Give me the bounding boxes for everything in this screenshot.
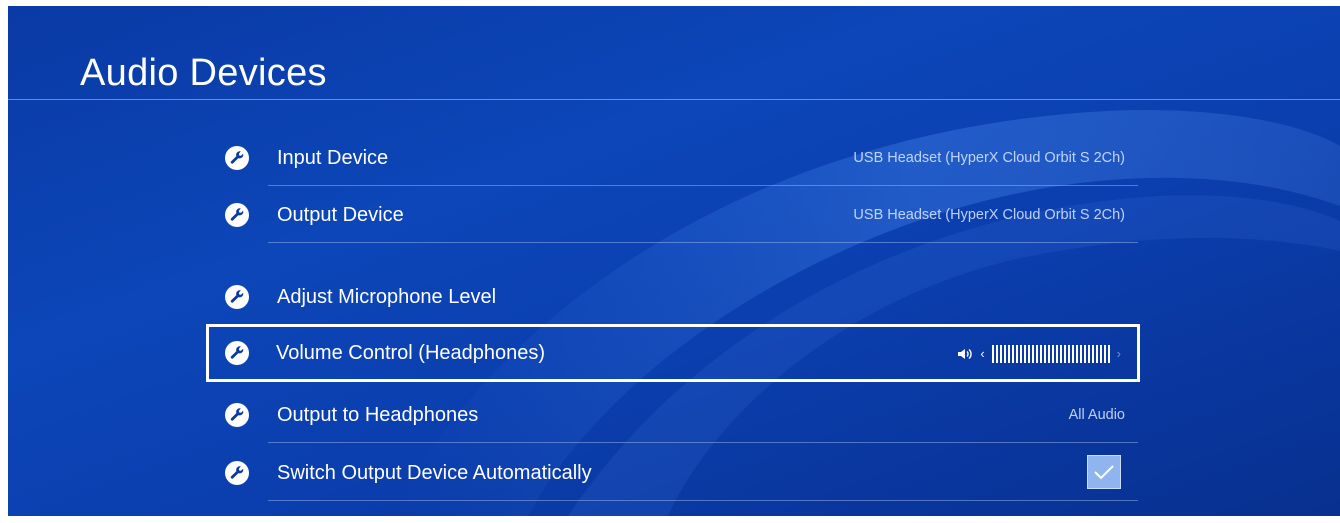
volume-tick xyxy=(1075,345,1078,363)
wrench-icon xyxy=(225,203,249,227)
volume-level-bar xyxy=(991,345,1110,363)
volume-tick xyxy=(999,345,1002,363)
chevron-right-icon[interactable]: › xyxy=(1117,344,1121,364)
volume-tick xyxy=(1003,345,1006,363)
volume-tick xyxy=(1091,345,1094,363)
chevron-left-icon[interactable]: ‹ xyxy=(980,344,984,364)
setting-adjust-microphone-level[interactable]: Adjust Microphone Level xyxy=(213,269,1133,325)
wrench-icon xyxy=(225,403,249,427)
row-divider xyxy=(268,242,1138,243)
volume-tick xyxy=(1007,345,1010,363)
volume-tick xyxy=(1079,345,1082,363)
volume-tick xyxy=(1063,345,1066,363)
row-divider xyxy=(268,500,1138,501)
wrench-icon xyxy=(225,146,249,170)
volume-tick xyxy=(1051,345,1054,363)
setting-label: Output to Headphones xyxy=(277,404,479,426)
volume-slider[interactable]: ‹ › xyxy=(957,344,1121,364)
settings-screen: Audio Devices Input Device USB Headset (… xyxy=(8,6,1340,516)
volume-tick xyxy=(1011,345,1014,363)
setting-value: USB Headset (HyperX Cloud Orbit S 2Ch) xyxy=(853,207,1125,223)
setting-output-to-headphones[interactable]: Output to Headphones All Audio xyxy=(213,387,1138,443)
setting-label: Switch Output Device Automatically xyxy=(277,462,592,484)
setting-label: Volume Control (Headphones) xyxy=(276,342,546,364)
volume-tick xyxy=(1095,345,1098,363)
volume-tick xyxy=(1031,345,1034,363)
row-divider xyxy=(268,185,1138,186)
wrench-icon xyxy=(225,461,249,485)
row-divider xyxy=(268,442,1138,443)
title-divider xyxy=(8,99,1340,100)
checkmark-icon xyxy=(1094,465,1114,480)
setting-output-device[interactable]: Output Device USB Headset (HyperX Cloud … xyxy=(213,187,1138,243)
volume-tick xyxy=(1019,345,1022,363)
volume-tick xyxy=(1023,345,1026,363)
volume-tick xyxy=(1059,345,1062,363)
volume-tick xyxy=(991,345,994,363)
setting-label: Output Device xyxy=(277,204,404,226)
setting-label: Input Device xyxy=(277,147,389,169)
setting-switch-output-automatically[interactable]: Switch Output Device Automatically xyxy=(213,445,1138,501)
auto-switch-checkbox[interactable] xyxy=(1087,455,1121,489)
volume-tick xyxy=(1107,345,1110,363)
volume-tick xyxy=(1099,345,1102,363)
volume-tick xyxy=(1083,345,1086,363)
volume-tick xyxy=(1039,345,1042,363)
volume-tick xyxy=(995,345,998,363)
wrench-icon xyxy=(225,285,249,309)
setting-input-device[interactable]: Input Device USB Headset (HyperX Cloud O… xyxy=(213,130,1138,186)
setting-value: USB Headset (HyperX Cloud Orbit S 2Ch) xyxy=(853,150,1125,166)
volume-tick xyxy=(1027,345,1030,363)
wrench-icon xyxy=(225,341,249,365)
speaker-icon xyxy=(958,348,972,360)
setting-label: Adjust Microphone Level xyxy=(277,286,497,308)
volume-tick xyxy=(1055,345,1058,363)
volume-tick xyxy=(1015,345,1018,363)
volume-tick xyxy=(1043,345,1046,363)
volume-tick xyxy=(1047,345,1050,363)
volume-tick xyxy=(1087,345,1090,363)
volume-tick xyxy=(1035,345,1038,363)
page-title: Audio Devices xyxy=(80,52,327,94)
setting-volume-control[interactable]: Volume Control (Headphones) ‹ › xyxy=(206,324,1140,382)
volume-tick xyxy=(1067,345,1070,363)
volume-tick xyxy=(1071,345,1074,363)
setting-value: All Audio xyxy=(1068,407,1125,423)
volume-tick xyxy=(1103,345,1106,363)
